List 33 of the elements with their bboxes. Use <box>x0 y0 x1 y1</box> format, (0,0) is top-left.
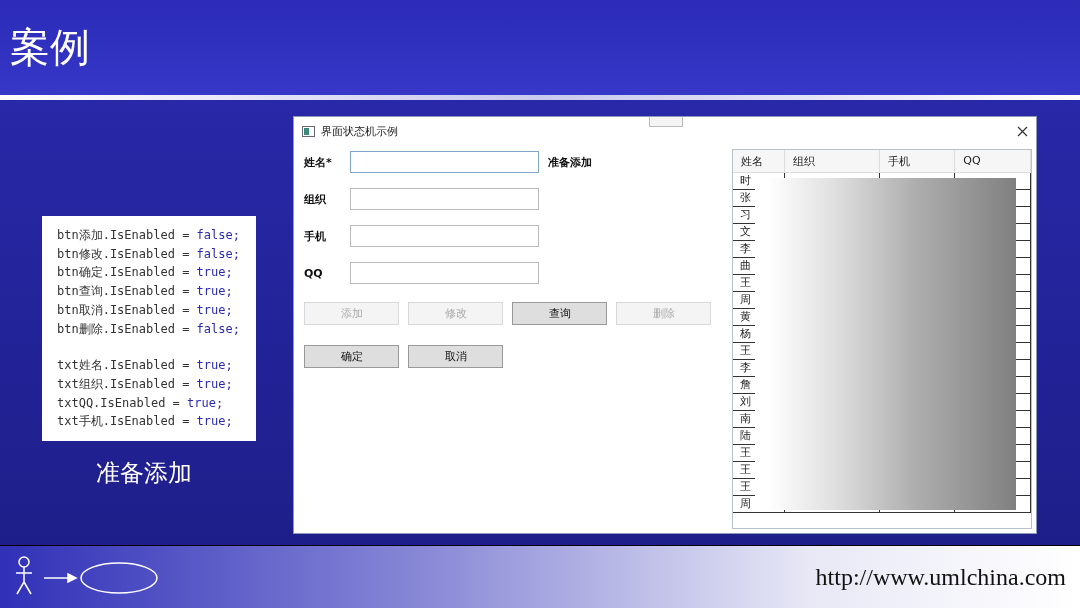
code-line: btn添加.IsEnabled = false; <box>57 227 241 244</box>
code-line: btn取消.IsEnabled = true; <box>57 301 234 319</box>
column-header[interactable]: 组织 <box>784 150 880 172</box>
close-icon[interactable] <box>1017 125 1028 137</box>
input-field[interactable] <box>350 188 539 210</box>
slide-title: 案例 <box>10 23 90 72</box>
field-label: 姓名* <box>304 154 333 170</box>
code-line: txt组织.IsEnabled = true; <box>57 375 234 393</box>
field-label: QQ <box>304 266 324 280</box>
column-header[interactable]: 手机 <box>879 150 956 172</box>
action-button[interactable]: 确定 <box>304 345 399 368</box>
code-line: txtQQ.IsEnabled = true; <box>57 394 225 412</box>
input-field[interactable] <box>350 225 539 247</box>
grip-handle[interactable] <box>649 117 683 127</box>
action-button[interactable]: 取消 <box>408 345 503 368</box>
field-label: 手机 <box>304 228 327 244</box>
input-field[interactable] <box>350 151 539 173</box>
field-label: 组织 <box>304 191 327 207</box>
code-line: btn删除.IsEnabled = false; <box>57 320 241 338</box>
code-line: btn确定.IsEnabled = true; <box>57 264 234 282</box>
column-header[interactable]: 姓名 <box>733 150 785 172</box>
slide-caption: 准备添加 <box>96 458 192 489</box>
app-icon <box>302 125 315 137</box>
code-line: btn修改.IsEnabled = false; <box>57 245 241 263</box>
footer-url[interactable]: http://www.umlchina.com <box>815 563 1066 591</box>
column-header[interactable]: QQ <box>955 150 1031 172</box>
code-line: btn查询.IsEnabled = true; <box>57 283 234 301</box>
window-title: 界面状态机示例 <box>321 123 399 139</box>
action-button[interactable]: 查询 <box>512 302 607 325</box>
code-line: txt手机.IsEnabled = true; <box>57 413 234 431</box>
code-line: txt姓名.IsEnabled = true; <box>57 357 234 375</box>
input-field[interactable] <box>350 262 539 284</box>
status-text: 准备添加 <box>548 154 592 170</box>
